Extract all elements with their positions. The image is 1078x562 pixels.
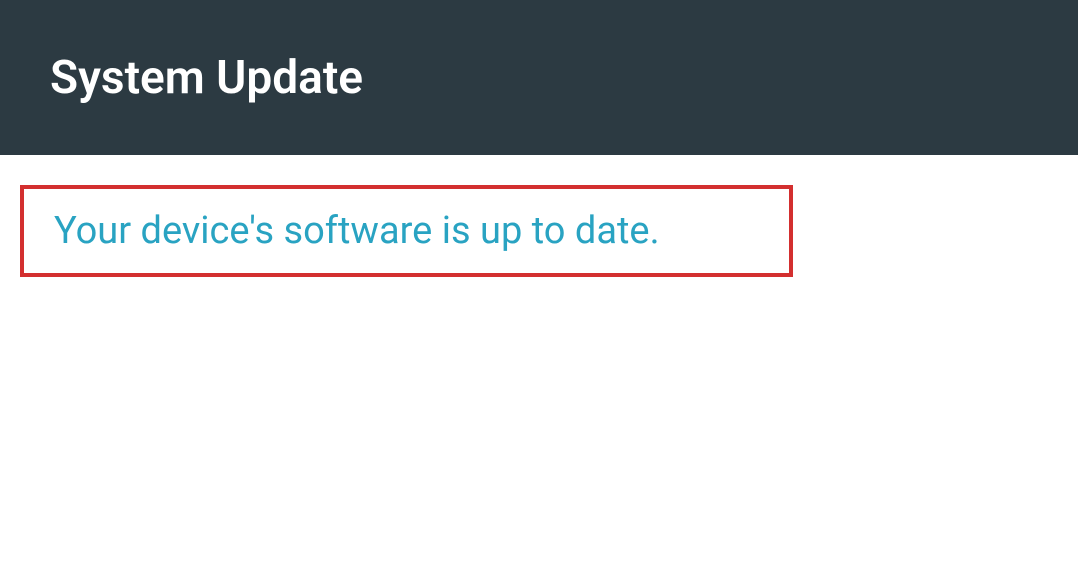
update-status-text: Your device's software is up to date.	[54, 209, 759, 253]
status-highlight-box: Your device's software is up to date.	[20, 185, 793, 277]
page-title: System Update	[50, 51, 363, 105]
app-header: System Update	[0, 0, 1078, 155]
content-area: Your device's software is up to date.	[0, 155, 1078, 307]
